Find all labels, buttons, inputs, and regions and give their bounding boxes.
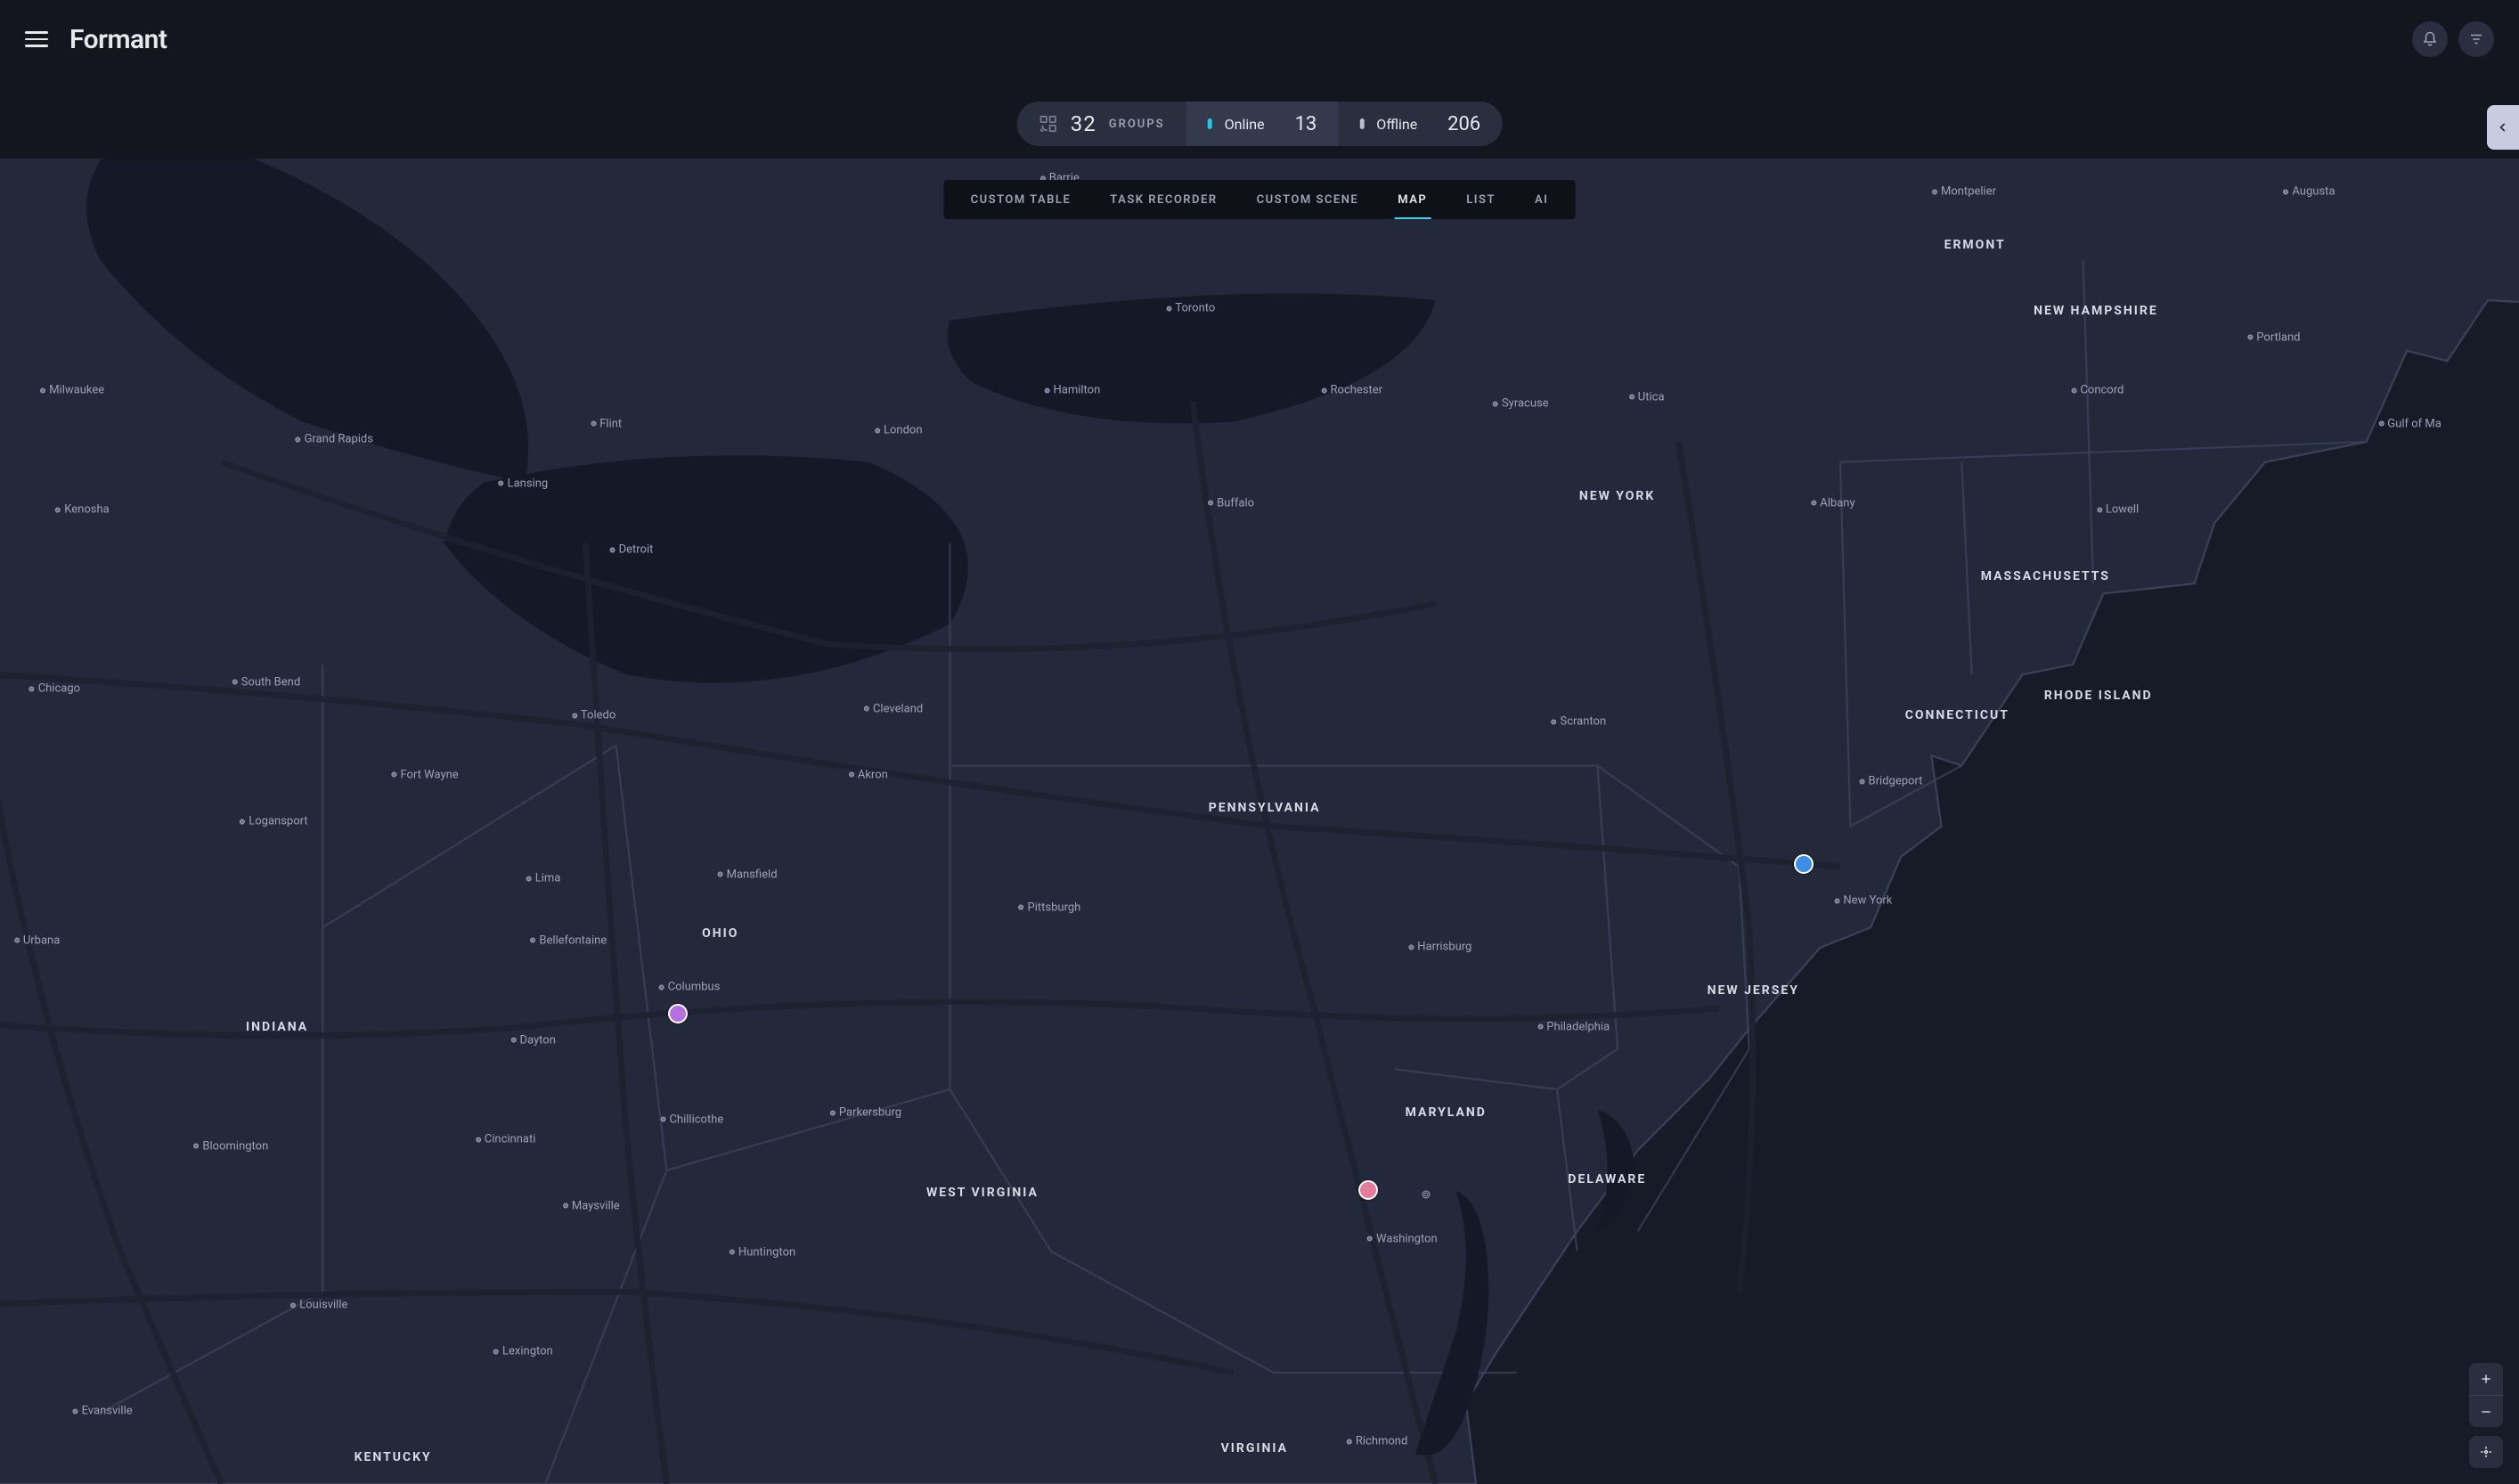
minus-icon <box>2479 1405 2493 1419</box>
map-viewport[interactable]: OHIOINDIANAKENTUCKYWEST VIRGINIAVIRGINIA… <box>0 159 2519 1484</box>
groups-label: GROUPS <box>1109 118 1165 131</box>
tab-list[interactable]: LIST <box>1447 180 1515 219</box>
collapse-panel-button[interactable] <box>2487 105 2519 150</box>
brand-logo: Formant <box>69 24 167 55</box>
tab-map[interactable]: MAP <box>1378 180 1447 219</box>
filter-button[interactable] <box>2458 21 2494 57</box>
marker-columbus[interactable] <box>668 1004 688 1023</box>
menu-icon[interactable] <box>25 28 48 51</box>
view-tabs: CUSTOM TABLE TASK RECORDER CUSTOM SCENE … <box>944 180 1576 219</box>
map-controls <box>2469 1363 2503 1468</box>
online-dot-icon <box>1208 118 1212 129</box>
crosshair-icon <box>2479 1445 2493 1459</box>
header: Formant <box>0 0 2519 78</box>
zoom-in-button[interactable] <box>2469 1363 2503 1395</box>
online-segment[interactable]: Online 13 <box>1186 102 1339 146</box>
online-label: Online <box>1225 116 1265 133</box>
zoom-out-button[interactable] <box>2469 1395 2503 1427</box>
marker-washington[interactable] <box>1358 1180 1378 1200</box>
offline-count: 206 <box>1447 113 1480 135</box>
plus-icon <box>2479 1372 2493 1386</box>
groups-segment[interactable]: 32 GROUPS <box>1017 102 1186 146</box>
stats-pill: 32 GROUPS Online 13 Offline 206 <box>1017 102 1503 146</box>
map-canvas <box>0 159 2519 1484</box>
bell-icon <box>2422 31 2438 47</box>
tab-task-recorder[interactable]: TASK RECORDER <box>1090 180 1236 219</box>
groups-count: 32 <box>1071 111 1096 136</box>
notifications-button[interactable] <box>2412 21 2448 57</box>
tab-ai[interactable]: AI <box>1515 180 1568 219</box>
offline-label: Offline <box>1376 116 1417 133</box>
groups-icon <box>1039 114 1058 134</box>
chevron-left-icon <box>2497 121 2509 134</box>
recenter-button[interactable] <box>2469 1436 2503 1468</box>
tab-custom-table[interactable]: CUSTOM TABLE <box>951 180 1091 219</box>
offline-dot-icon <box>1359 118 1364 129</box>
filter-icon <box>2468 31 2484 47</box>
offline-segment[interactable]: Offline 206 <box>1338 102 1502 146</box>
online-count: 13 <box>1295 113 1317 135</box>
marker-newyork[interactable] <box>1794 854 1814 874</box>
tab-custom-scene[interactable]: CUSTOM SCENE <box>1237 180 1379 219</box>
